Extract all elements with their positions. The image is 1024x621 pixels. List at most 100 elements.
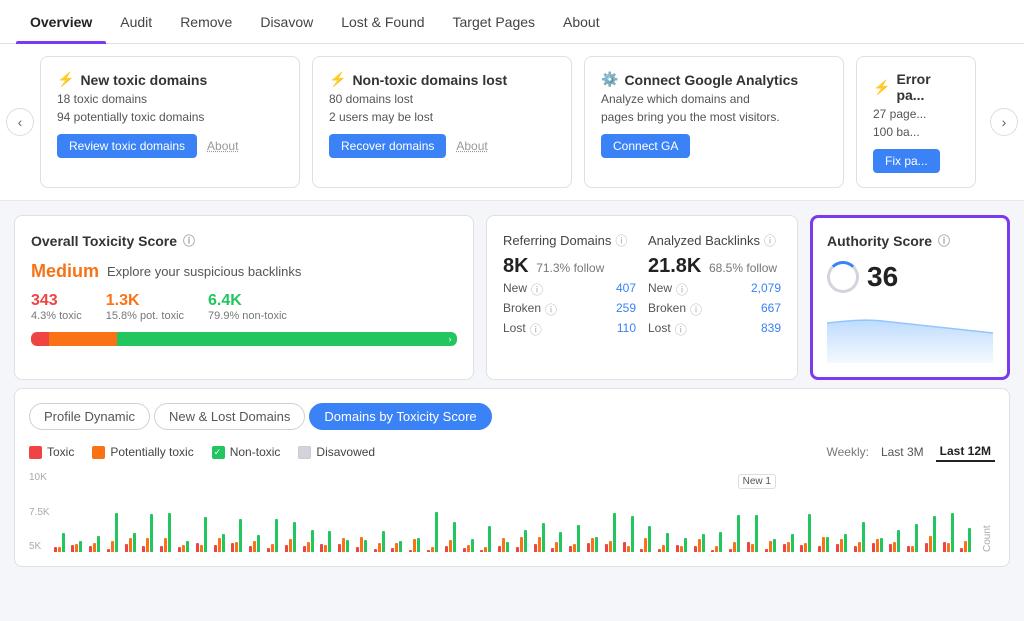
legend-nontoxic-dot: ✓ [212,446,225,459]
bar-nontoxic [524,530,527,553]
bar-nontoxic [968,528,971,552]
bar-group [694,534,710,552]
card-about-1[interactable]: About [207,139,238,153]
bar-toxic [196,543,199,552]
center-stats-card: Referring Domains ⓘ 8K 71.3% follow New … [486,215,798,380]
bar-toxic [125,544,128,553]
bar-toxic [249,546,252,552]
toxicity-stats-row: 343 4.3% toxic 1.3K 15.8% pot. toxic 6.4… [31,292,457,322]
toxicity-info-icon[interactable]: ⓘ [183,232,195,249]
tab-new-lost[interactable]: New & Lost Domains [154,403,305,430]
connect-ga-button[interactable]: Connect GA [601,134,690,158]
nav-item-remove[interactable]: Remove [166,0,246,44]
nav-item-audit[interactable]: Audit [106,0,166,44]
bar-toxic [356,547,359,552]
nav-item-target-pages[interactable]: Target Pages [439,0,550,44]
pb-arrow: › [443,332,457,346]
nav-item-about[interactable]: About [549,0,614,44]
bar-nontoxic [186,541,189,552]
chart-bars-wrapper: New 1 [54,472,976,552]
referring-broken-label: Broken ⓘ [503,301,557,318]
bar-pot-toxic [538,537,541,552]
bar-group [623,516,639,552]
nav-item-overview[interactable]: Overview [16,0,106,44]
bar-toxic [658,549,661,552]
y-label-5k: 5K [29,541,50,552]
bar-toxic [231,543,234,552]
bar-pot-toxic [111,541,114,552]
tab-domains-toxicity[interactable]: Domains by Toxicity Score [309,403,491,430]
card-label-2: Non-toxic domains lost [352,72,507,88]
y-right-label: Count [982,472,993,552]
authority-info-icon[interactable]: ⓘ [938,232,950,249]
review-toxic-button[interactable]: Review toxic domains [57,134,197,158]
referring-info-icon[interactable]: ⓘ [615,232,627,249]
bar-toxic [569,546,572,552]
bar-nontoxic [346,540,349,552]
bar-group [214,534,230,552]
toxicity-desc: Explore your suspicious backlinks [107,264,301,279]
bar-pot-toxic [573,544,576,552]
legend-nontoxic: ✓ Non-toxic [212,445,281,459]
legend-toxic-dot [29,446,42,459]
tab-profile-dynamic[interactable]: Profile Dynamic [29,403,150,430]
cards-prev-arrow[interactable]: ‹ [6,108,34,136]
card-about-2[interactable]: About [456,139,487,153]
bar-nontoxic [506,542,509,552]
bar-group [889,530,905,552]
bar-pot-toxic [484,547,487,552]
bar-nontoxic [222,534,225,552]
period-12m[interactable]: Last 12M [936,442,995,462]
bar-group [320,531,336,552]
bar-pot-toxic [680,546,683,552]
bar-toxic [872,543,875,552]
referring-new-row: New ⓘ 407 [503,281,636,298]
bar-toxic [711,550,714,552]
recover-domains-button[interactable]: Recover domains [329,134,446,158]
bar-group [125,533,141,552]
analyzed-info-icon[interactable]: ⓘ [764,232,776,249]
bar-toxic [463,548,466,552]
bar-nontoxic [773,539,776,552]
referring-lost-label: Lost ⓘ [503,321,542,338]
bar-toxic [89,546,92,552]
legend-disavowed-dot [298,446,311,459]
bar-group [943,513,959,552]
bar-group [285,522,301,552]
bar-nontoxic [62,533,65,552]
period-3m[interactable]: Last 3M [877,443,928,461]
bar-nontoxic [257,535,260,552]
bar-pot-toxic [644,538,647,552]
analyzed-lost-row: Lost ⓘ 839 [648,321,781,338]
referring-lost-val: 110 [617,321,636,338]
analyzed-broken-label: Broken ⓘ [648,301,702,318]
center-stats-grid: Referring Domains ⓘ 8K 71.3% follow New … [503,232,781,355]
bar-group [676,538,692,552]
bar-toxic [303,546,306,552]
nav-item-lost-found[interactable]: Lost & Found [327,0,438,44]
nav-item-disavow[interactable]: Disavow [246,0,327,44]
chart-legend: Toxic Potentially toxic ✓ Non-toxic Disa… [29,445,375,459]
card-sub-4b: 100 ba... [873,125,959,139]
legend-toxic: Toxic [29,445,74,459]
bar-nontoxic [488,526,491,552]
bar-group [231,519,247,552]
bolt-icon-4: ⚡ [873,79,890,96]
bar-toxic [178,547,181,552]
bar-pot-toxic [555,542,558,552]
analyzed-new-val: 2,079 [751,281,781,298]
bar-nontoxic [737,515,740,552]
bar-pot-toxic [751,544,754,552]
fix-pages-button[interactable]: Fix pa... [873,149,940,173]
card-sub-4a: 27 page... [873,107,959,121]
cards-next-arrow[interactable]: › [990,108,1018,136]
referring-broken-row: Broken ⓘ 259 [503,301,636,318]
analyzed-lost-val: 839 [761,321,781,338]
toxicity-title: Overall Toxicity Score ⓘ [31,232,457,249]
pb-orange [49,332,116,346]
bar-pot-toxic [787,542,790,552]
bar-nontoxic [133,533,136,552]
bar-nontoxic [595,537,598,552]
bar-nontoxic [311,530,314,552]
analyzed-new-row: New ⓘ 2,079 [648,281,781,298]
